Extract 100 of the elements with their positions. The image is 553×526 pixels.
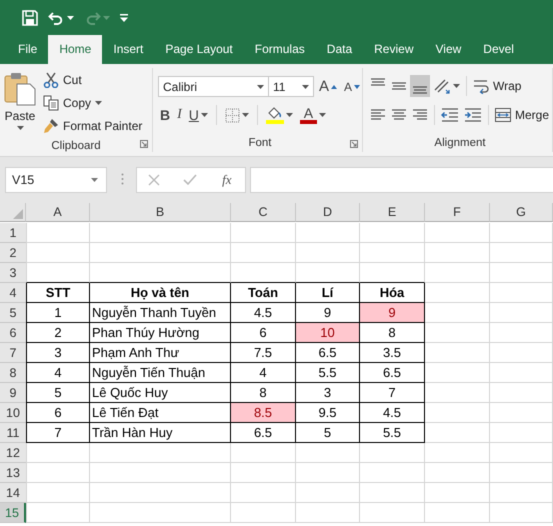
table-cell: 3 [296, 383, 360, 403]
row-header[interactable]: 14 [0, 483, 26, 503]
italic-button[interactable]: I [175, 105, 184, 125]
table-cell [296, 243, 360, 263]
table-cell [360, 263, 425, 283]
table-cell: 6.5 [296, 343, 360, 363]
row-header[interactable]: 12 [0, 443, 26, 463]
table-cell [296, 463, 360, 483]
paste-button[interactable]: Paste [0, 70, 40, 137]
indent-icon [464, 108, 482, 122]
row-header[interactable]: 13 [0, 463, 26, 483]
row-header[interactable]: 4 [0, 283, 26, 303]
table-cell [360, 483, 425, 503]
dialog-launcher-icon[interactable] [140, 140, 148, 148]
font-name-field[interactable]: Calibri [158, 76, 269, 97]
row-header[interactable]: 15 [0, 503, 26, 523]
menu-tab[interactable]: File [7, 35, 48, 64]
column-header[interactable]: B [90, 203, 231, 222]
group-label: Font [247, 136, 272, 151]
table-cell: Phạm Anh Thư [90, 343, 231, 363]
font-size-field[interactable]: 11 [268, 76, 314, 97]
table-cell: 9 [360, 303, 425, 323]
save-button[interactable] [20, 8, 40, 28]
caret-icon [286, 113, 293, 117]
table-cell [360, 223, 425, 243]
table-cell [490, 263, 553, 283]
grow-font-button[interactable]: A [316, 76, 339, 96]
copy-button[interactable]: Copy [40, 92, 146, 114]
column-header[interactable]: A [26, 203, 90, 222]
row-header[interactable]: 3 [0, 263, 26, 283]
table-cell [26, 223, 90, 243]
cut-button[interactable]: Cut [40, 69, 146, 91]
table-cell [425, 423, 490, 443]
formula-field[interactable] [250, 167, 553, 193]
column-header[interactable]: E [360, 203, 425, 222]
table-cell [231, 483, 296, 503]
menu-tab[interactable]: Devel [472, 35, 525, 64]
check-icon [183, 174, 198, 186]
menu-tab[interactable]: Formulas [244, 35, 316, 64]
shrink-font-button[interactable]: A [342, 76, 362, 96]
undo-icon [48, 10, 65, 24]
bottom-align-button[interactable] [410, 75, 430, 97]
dialog-launcher-icon[interactable] [350, 140, 358, 148]
menu-tab[interactable]: View [424, 35, 472, 64]
table-cell [490, 463, 553, 483]
formula-controls[interactable]: fx [136, 167, 246, 193]
table-cell [490, 223, 553, 243]
table-cell: 6.5 [231, 423, 296, 443]
table-cell: 8.5 [231, 403, 296, 423]
menu-tab[interactable]: Data [316, 35, 364, 64]
table-cell: 8 [360, 323, 425, 343]
menu-tab[interactable]: Review [363, 35, 424, 64]
bold-button[interactable]: B [158, 105, 172, 125]
font-color-button[interactable]: A [298, 105, 328, 125]
column-header[interactable]: D [296, 203, 360, 222]
column-header[interactable]: C [231, 203, 296, 222]
row-header[interactable]: 7 [0, 343, 26, 363]
table-cell [26, 243, 90, 263]
wrap-text-button[interactable]: Wrap [471, 76, 524, 96]
table-cell: 10 [296, 323, 360, 343]
scissors-icon [43, 72, 59, 88]
fill-color-button[interactable] [264, 105, 295, 125]
table-cell [425, 283, 490, 303]
table-cell [231, 503, 296, 523]
row-header[interactable]: 8 [0, 363, 26, 383]
row-header[interactable]: 9 [0, 383, 26, 403]
cancel-icon [148, 174, 160, 186]
row-header[interactable]: 1 [0, 223, 26, 243]
name-box[interactable]: V15 [5, 167, 107, 193]
table-cell [490, 283, 553, 303]
column-header[interactable]: F [425, 203, 490, 222]
menu-tab[interactable]: Insert [102, 35, 154, 64]
table-cell [296, 443, 360, 463]
table-cell: Lí [296, 283, 360, 303]
table-cell [296, 223, 360, 243]
column-header[interactable]: G [490, 203, 553, 222]
table-cell: 5 [296, 423, 360, 443]
table-cell: 4 [231, 363, 296, 383]
row-header[interactable]: 5 [0, 303, 26, 323]
customize-button[interactable] [118, 12, 130, 24]
table-cell [360, 243, 425, 263]
underline-button[interactable]: U [186, 105, 210, 125]
row-header[interactable]: 2 [0, 243, 26, 263]
caret-icon [242, 113, 249, 117]
menu-tab[interactable]: Page Layout [154, 35, 244, 64]
merge-button[interactable]: Merge [493, 105, 552, 125]
row-header[interactable]: 10 [0, 403, 26, 423]
insert-function-button[interactable]: fx [220, 172, 234, 188]
row-header[interactable]: 6 [0, 323, 26, 343]
table-cell [425, 403, 490, 423]
table-cell: 7.5 [231, 343, 296, 363]
format-painter-button[interactable]: Format Painter [40, 115, 146, 137]
table-cell [425, 263, 490, 283]
row-header[interactable]: 11 [0, 423, 26, 443]
table-cell [231, 263, 296, 283]
table-cell [425, 243, 490, 263]
merge-icon [495, 108, 511, 122]
menu-tab[interactable]: Home [48, 35, 102, 64]
paintbrush-icon [43, 118, 59, 134]
table-cell [231, 463, 296, 483]
